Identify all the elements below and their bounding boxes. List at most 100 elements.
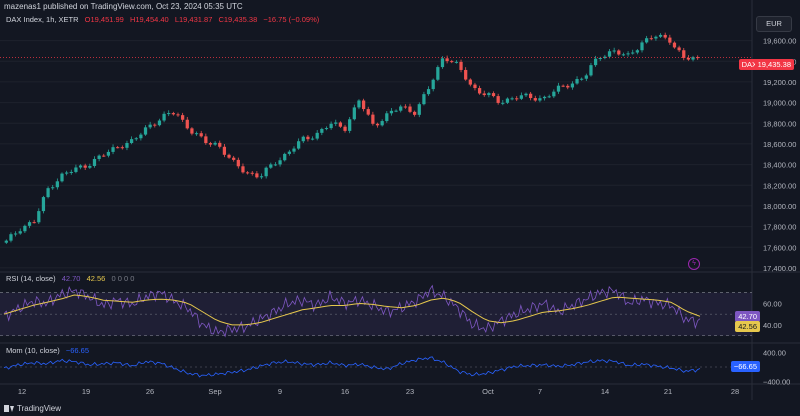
candle-body [426,89,431,95]
candle-body [375,123,380,126]
candle-body [273,164,278,166]
candle-body [60,173,64,182]
chart-canvas[interactable]: 19,600.0019,400.0019,200.0019,000.0018,8… [0,0,800,416]
candle-body [561,85,565,87]
candle-body [315,132,319,139]
candle-body [259,176,264,178]
candle-body [27,222,32,226]
price-tick-label: 17,800.00 [763,223,796,232]
candle-body [399,106,403,111]
candle-body [153,124,157,126]
candle-body [621,54,626,56]
candle-body [380,121,384,126]
candle-body [143,127,148,135]
candle-body [255,173,259,178]
rsi-label[interactable]: RSI (14, close) [6,274,56,283]
candle-body [97,155,101,159]
candle-body [547,96,551,98]
candle-body [106,151,111,156]
candle-body [171,113,175,115]
candle-body [213,142,217,145]
candle-body [297,141,301,149]
candle-body [519,95,523,99]
candle-body [686,57,691,60]
x-tick-label: 21 [664,387,672,396]
candle-body [23,225,27,232]
rsi-ma-tag: 42.56 [735,321,760,332]
candle-body [607,51,612,57]
price-tick-label: 18,200.00 [763,181,796,190]
price-tick-label: 19,600.00 [763,37,796,46]
candle-body [445,58,449,62]
price-tick-label: 18,600.00 [763,140,796,149]
candle-body [612,50,616,52]
candle-body [584,75,588,79]
candle-body [9,234,13,241]
footer-branding[interactable]: TradingView [4,404,61,413]
x-tick-label: 28 [731,387,739,396]
mom-value-tag: −66.65 [730,361,760,372]
candle-body [204,136,208,144]
price-tick-label: 17,600.00 [763,243,796,252]
candle-body [654,36,658,39]
candle-body [436,67,440,80]
candle-body [301,136,305,142]
candle-body [292,148,296,152]
candle-body [505,98,510,103]
price-tick-label: 19,200.00 [763,78,796,87]
x-tick-label: 14 [601,387,609,396]
x-tick-label: 12 [18,387,26,396]
candle-body [241,166,245,173]
candle-body [176,114,180,116]
candle-body [157,120,162,126]
candle-body [408,106,412,112]
current-price: 19,435.38 [757,60,791,69]
candle-body [190,128,194,134]
footer-brand: TradingView [17,404,62,413]
candle-body [450,61,454,63]
candle-body [394,110,398,112]
candle-body [236,159,240,167]
x-tick-label: 9 [278,387,282,396]
candle-body [663,34,667,38]
candle-body [111,147,115,152]
candle-body [598,58,602,60]
rsi-tick-label: 60.00 [763,299,782,308]
candle-body [515,98,519,100]
candle-body [658,34,663,37]
candle-body [413,111,417,115]
candle-body [649,38,653,40]
candle-body [510,98,514,100]
candle-body [4,240,8,243]
candle-body [580,78,584,80]
rsi-legend: RSI (14, close) 42.70 42.56 0 0 0 0 [6,274,138,283]
candle-body [41,197,46,212]
candle-body [361,100,366,110]
candle-body [218,142,222,147]
candle-body [417,104,421,115]
candle-body [566,85,570,88]
candle-body [631,52,635,54]
price-tick-label: 18,400.00 [763,161,796,170]
candle-body [162,113,166,121]
candle-body [264,167,268,177]
candle-body [148,124,152,128]
candle-body [232,157,236,160]
mom-label[interactable]: Mom (10, close) [6,346,60,355]
candle-body [635,50,639,53]
candle-body [324,128,329,130]
candle-body [556,85,561,92]
candle-body [334,122,338,124]
candle-body [78,165,83,168]
x-tick-label: 16 [341,387,349,396]
candle-body [487,93,491,96]
candle-body [283,153,287,161]
lightning-icon[interactable]: ϟ [688,258,700,270]
mom-tick-label: 400.00 [763,349,786,358]
candle-body [92,158,97,166]
candle-body [542,96,547,99]
mom-legend-value: −66.65 [65,346,90,355]
candle-body [199,133,203,137]
candle-body [459,61,463,70]
candle-body [278,160,282,165]
